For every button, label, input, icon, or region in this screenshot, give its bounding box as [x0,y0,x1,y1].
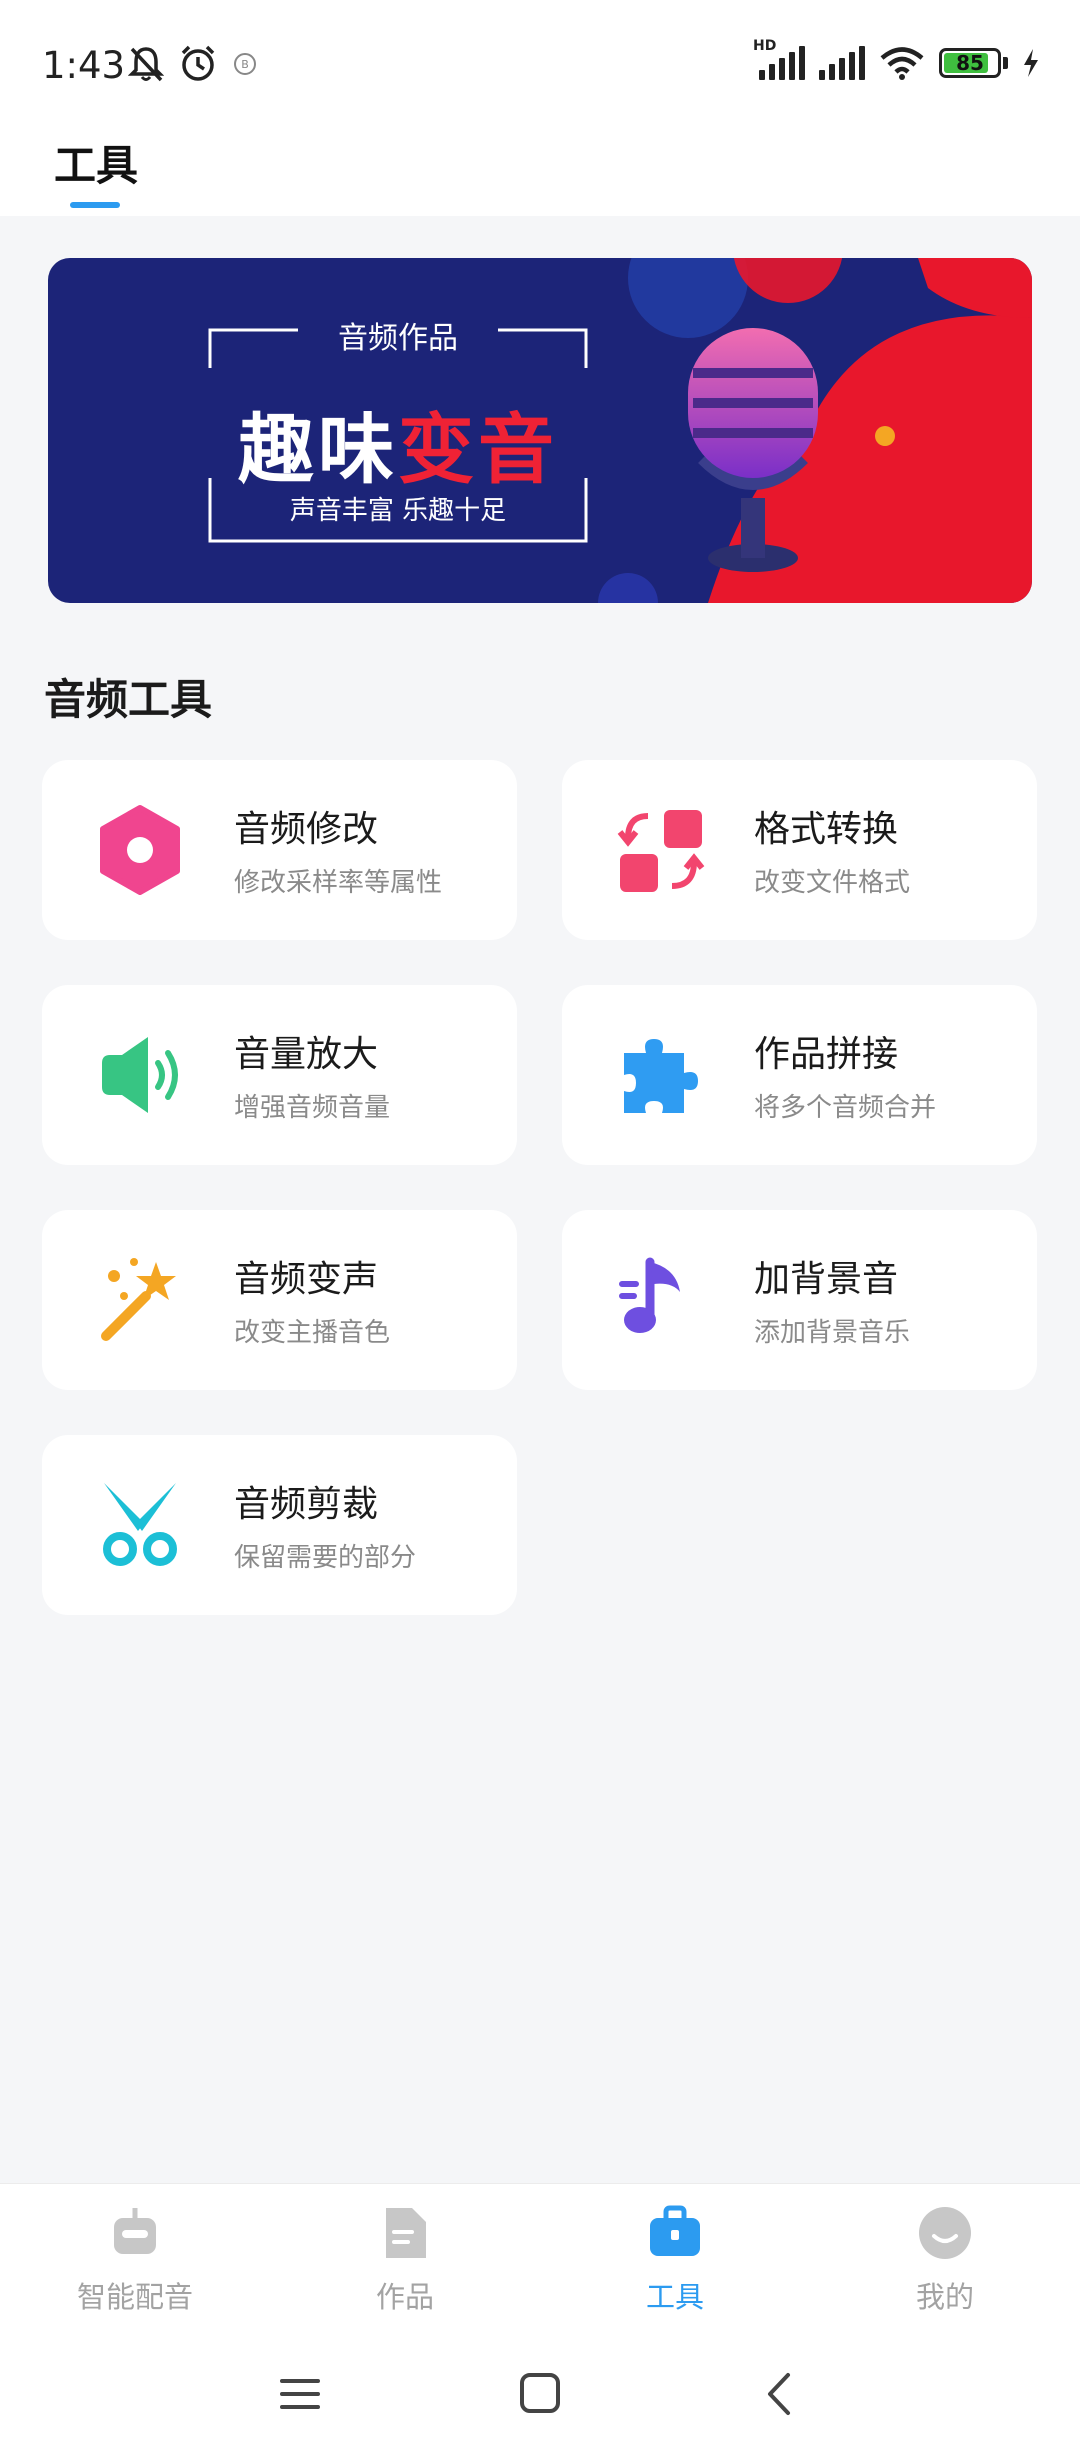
status-right-icons: HD 85 [753,38,1040,80]
tool-card-audio-merge[interactable]: 作品拼接 将多个音频合并 [562,985,1037,1165]
tool-title: 音量放大 [234,1034,379,1075]
speaker-icon [102,1037,178,1113]
tool-title: 音频剪裁 [234,1484,379,1525]
tool-subtitle: 将多个音频合并 [754,1093,937,1123]
music-note-icon [619,1257,680,1333]
nav-item-works[interactable]: 作品 [305,2204,505,2316]
voice-change-banner[interactable]: 音频作品 趣味变音 声音丰富 乐趣十足 [48,258,1032,603]
app-notification-icon: B [234,53,256,75]
tool-card-audio-edit[interactable]: 音频修改 修改采样率等属性 [42,760,517,940]
smile-icon [919,2207,971,2259]
alarm-icon [181,45,215,81]
wifi-icon [880,47,924,80]
status-left-icons: B [128,44,258,84]
home-icon[interactable] [510,2369,570,2419]
document-icon [386,2208,426,2258]
banner-frame: 音频作品 趣味变音 声音丰富 乐趣十足 [208,321,588,543]
nav-label: 工具 [645,2280,704,2314]
puzzle-icon [624,1039,698,1113]
tool-card-audio-trim[interactable]: 音频剪裁 保留需要的部分 [42,1435,517,1615]
tool-card-voice-change[interactable]: 音频变声 改变主播音色 [42,1210,517,1390]
banner-big-title-red: 变音 [398,405,558,494]
menu-icon[interactable] [270,2369,330,2419]
battery-icon: 85 [939,48,1001,78]
tool-subtitle: 添加背景音乐 [754,1318,911,1348]
svg-text:B: B [241,58,249,71]
tool-title: 格式转换 [754,809,899,850]
nav-label: 作品 [375,2280,434,2314]
tool-title: 加背景音 [754,1259,899,1300]
magic-wand-icon [101,1258,176,1341]
banner-small-title: 音频作品 [324,321,472,356]
charging-icon [1024,49,1038,77]
tool-subtitle: 改变主播音色 [234,1318,391,1348]
banner-subtitle: 声音丰富 乐趣十足 [289,496,507,526]
nav-item-tools[interactable]: 工具 [575,2204,775,2316]
tool-card-format-convert[interactable]: 格式转换 改变文件格式 [562,760,1037,940]
nav-label: 我的 [915,2280,974,2314]
status-bar: 1:43 B HD 85 [0,0,1080,110]
tool-subtitle: 保留需要的部分 [234,1543,417,1573]
tool-title: 音频修改 [234,809,379,850]
status-time: 1:43 [42,44,126,87]
hexagon-icon [100,805,180,895]
tool-subtitle: 增强音频音量 [234,1093,391,1123]
nav-item-mine[interactable]: 我的 [845,2204,1045,2316]
scissors-icon [103,1483,177,1566]
convert-icon [617,810,705,892]
bottom-nav: 智能配音 作品 工具 我的 [0,2183,1080,2332]
nav-item-smart-dubbing[interactable]: 智能配音 [35,2204,235,2316]
nav-label: 智能配音 [76,2280,193,2314]
signal-icon [819,46,865,80]
tool-card-volume-boost[interactable]: 音量放大 增强音频音量 [42,985,517,1165]
tool-subtitle: 改变文件格式 [754,868,911,898]
title-underline [70,202,120,208]
tool-title: 作品拼接 [754,1034,899,1075]
banner-big-title-white: 趣味 [238,405,398,494]
page-title: 工具 [54,141,139,190]
robot-icon [114,2208,156,2254]
back-icon[interactable] [750,2369,810,2419]
system-nav-bar [0,2331,1080,2460]
battery-level: 85 [956,51,984,75]
mute-bell-icon [128,47,164,82]
tool-card-background-music[interactable]: 加背景音 添加背景音乐 [562,1210,1037,1390]
banner-big-title: 趣味变音 [208,388,588,498]
section-title: 音频工具 [44,675,213,724]
tool-title: 音频变声 [234,1259,379,1300]
toolbox-icon [650,2205,700,2256]
tool-subtitle: 修改采样率等属性 [234,868,443,898]
page-header: 工具 [0,110,1080,216]
hd-signal-icon: HD [753,38,805,80]
